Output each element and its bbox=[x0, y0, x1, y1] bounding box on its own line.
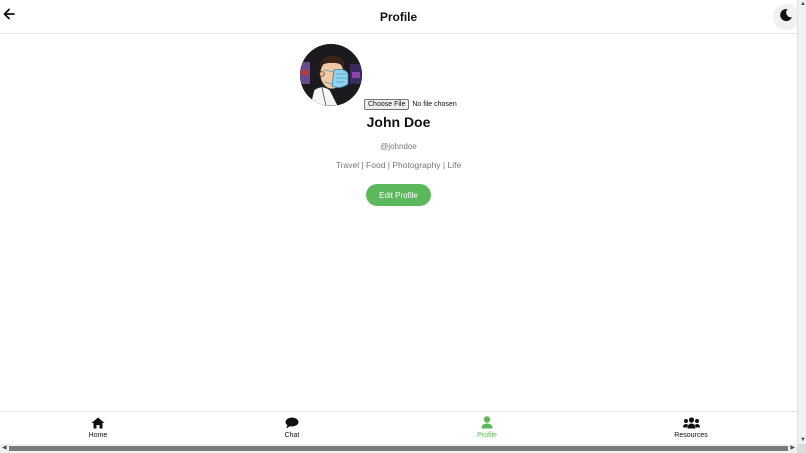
chat-icon bbox=[285, 416, 299, 429]
home-icon bbox=[91, 416, 105, 429]
moon-icon bbox=[779, 8, 793, 27]
scroll-down-icon[interactable]: ▼ bbox=[800, 437, 806, 443]
scroll-right-icon[interactable]: ▶ bbox=[790, 445, 795, 452]
nav-item-profile[interactable]: Profile bbox=[447, 416, 527, 439]
nav-label-resources: Resources bbox=[674, 432, 708, 439]
scroll-left-icon[interactable]: ◀ bbox=[2, 445, 7, 452]
profile-handle: @johndoe bbox=[380, 142, 417, 151]
top-header: Profile bbox=[0, 0, 799, 34]
nav-label-profile: Profile bbox=[477, 432, 497, 439]
choose-file-button[interactable]: Choose File bbox=[364, 99, 410, 110]
vertical-scrollbar[interactable]: ▲ ▼ bbox=[797, 0, 806, 444]
avatar bbox=[300, 44, 362, 106]
edit-profile-button[interactable]: Edit Profile bbox=[366, 184, 431, 206]
nav-label-home: Home bbox=[88, 432, 108, 439]
user-icon bbox=[481, 416, 493, 429]
nav-label-chat: Chat bbox=[284, 432, 300, 439]
nav-item-resources[interactable]: Resources bbox=[651, 416, 731, 439]
page-title: Profile bbox=[379, 10, 418, 24]
theme-toggle-button[interactable] bbox=[773, 4, 799, 30]
profile-bio: Travel | Food | Photography | Life bbox=[335, 160, 462, 170]
horizontal-scroll-thumb[interactable] bbox=[9, 446, 788, 451]
nav-item-home[interactable]: Home bbox=[58, 416, 138, 439]
profile-name: John Doe bbox=[366, 114, 431, 130]
nav-item-chat[interactable]: Chat bbox=[252, 416, 332, 439]
horizontal-scrollbar[interactable]: ◀ ▶ bbox=[0, 444, 797, 453]
avatar-file-input[interactable]: Choose File No file chosen bbox=[364, 99, 457, 110]
scrollbar-corner bbox=[797, 444, 806, 453]
users-icon bbox=[682, 416, 700, 429]
scroll-up-icon[interactable]: ▲ bbox=[800, 1, 806, 7]
app-viewport: Profile Choose File No file chosen John … bbox=[0, 0, 799, 444]
file-status-text: No file chosen bbox=[412, 101, 457, 108]
bottom-nav: Home Chat Profile Resources bbox=[0, 411, 797, 444]
avatar-masked-man-icon bbox=[300, 44, 362, 106]
